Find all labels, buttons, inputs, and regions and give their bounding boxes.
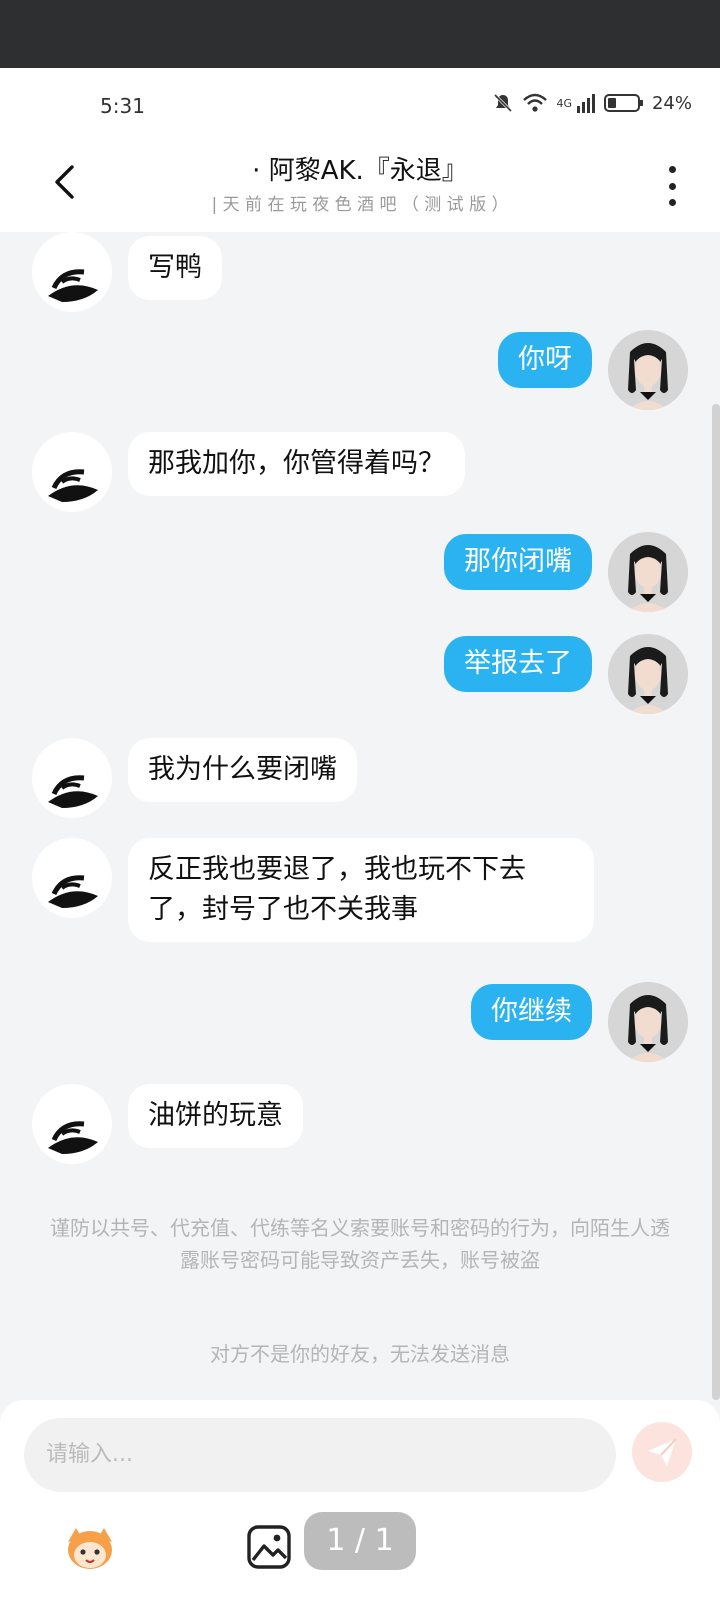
chat-header: · 阿黎AK.『永退』 | 天 前 在 玩 夜 色 酒 吧 （ 测 试 版 ） — [0, 138, 720, 232]
message-bubble-received[interactable]: 我为什么要闭嘴 — [128, 738, 357, 802]
contact-avatar[interactable] — [32, 232, 112, 312]
not-friend-notice: 对方不是你的好友，无法发送消息 — [210, 1342, 510, 1366]
message-bubble-received[interactable]: 写鸭 — [128, 236, 222, 300]
user-avatar[interactable] — [608, 532, 688, 612]
contact-logo-icon — [48, 469, 98, 502]
user-portrait-icon — [608, 634, 688, 714]
status-bar: 5:31 4G 24% — [0, 68, 720, 138]
message-bubble-received[interactable]: 那我加你，你管得着吗？ — [128, 432, 465, 496]
user-avatar[interactable] — [608, 982, 688, 1062]
chat-title: · 阿黎AK.『永退』 — [252, 156, 468, 186]
user-portrait-icon — [608, 982, 688, 1062]
battery-percent: 24% — [651, 92, 692, 114]
wifi-icon — [523, 93, 548, 112]
user-portrait-icon — [608, 330, 688, 410]
contact-logo-icon — [48, 1121, 98, 1154]
battery-icon — [603, 94, 643, 112]
send-icon — [648, 1438, 677, 1466]
signal-icon — [576, 94, 595, 113]
message-bubble-sent[interactable]: 你继续 — [471, 984, 592, 1040]
contact-logo-icon — [48, 775, 98, 808]
contact-avatar[interactable] — [32, 838, 112, 918]
message-bubble-received[interactable]: 油饼的玩意 — [128, 1084, 303, 1148]
scrollbar[interactable] — [712, 404, 720, 1400]
user-avatar[interactable] — [608, 634, 688, 714]
message-bubble-received[interactable]: 反正我也要退了，我也玩不下去了，封号了也不关我事 — [128, 838, 594, 942]
security-notice: 谨防以共号、代充值、代练等名义索要账号和密码的行为，向陌生人透露账号密码可能导致… — [50, 1216, 670, 1272]
user-portrait-icon — [608, 532, 688, 612]
chat-subtitle: | 天 前 在 玩 夜 色 酒 吧 （ 测 试 版 ） — [211, 195, 509, 215]
contact-logo-icon — [48, 875, 98, 908]
more-dot-icon — [668, 182, 676, 190]
message-bubble-sent[interactable]: 举报去了 — [444, 636, 592, 692]
input-bar: 请输入... 1 / 1 — [0, 1400, 720, 1612]
more-options-button[interactable] — [662, 166, 682, 206]
top-dark-bar — [0, 0, 720, 68]
image-button[interactable] — [246, 1524, 292, 1570]
send-button[interactable] — [632, 1422, 692, 1482]
contact-avatar[interactable] — [32, 1084, 112, 1164]
message-bubble-sent[interactable]: 那你闭嘴 — [444, 534, 592, 590]
image-icon — [247, 1525, 291, 1569]
mute-bell-icon — [494, 93, 513, 113]
network-label: 4G — [556, 96, 572, 110]
status-icons: 4G 24% — [492, 92, 692, 114]
more-dot-icon — [668, 199, 676, 206]
message-bubble-sent[interactable]: 你呀 — [498, 332, 592, 388]
contact-avatar[interactable] — [32, 738, 112, 818]
emoji-button[interactable] — [62, 1522, 118, 1572]
contact-logo-icon — [48, 269, 98, 302]
user-avatar[interactable] — [608, 330, 688, 410]
message-input[interactable]: 请输入... — [24, 1418, 616, 1492]
contact-avatar[interactable] — [32, 432, 112, 512]
more-dot-icon — [668, 166, 676, 173]
status-time: 5:31 — [100, 94, 145, 118]
mascot-face-icon — [68, 1528, 112, 1569]
page-indicator: 1 / 1 — [304, 1512, 416, 1570]
